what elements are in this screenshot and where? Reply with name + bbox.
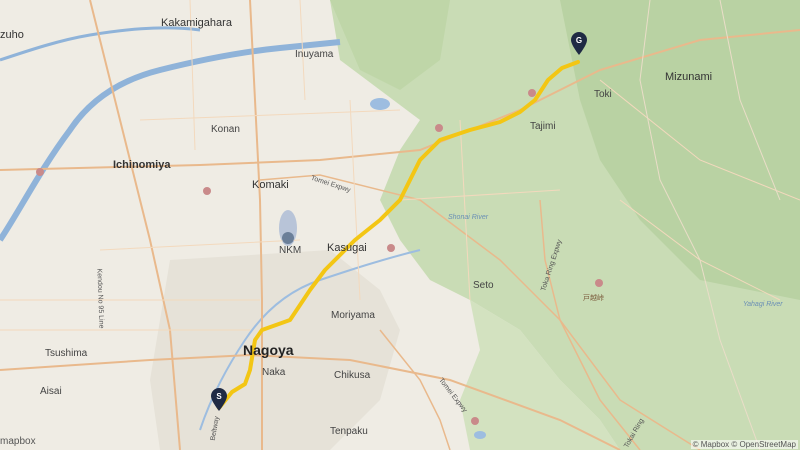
label-kakamigahara: Kakamigahara (161, 17, 232, 29)
label-naka: Naka (262, 367, 286, 378)
label-tenpaku: Tenpaku (330, 426, 368, 437)
poi-icon (528, 89, 536, 97)
label-tsushima: Tsushima (45, 348, 88, 359)
label-tajimi: Tajimi (530, 121, 556, 132)
start-marker[interactable]: S (210, 388, 228, 412)
label-yahagi-river: Yahagi River (743, 301, 783, 308)
label-chikusa: Chikusa (334, 370, 371, 381)
label-nagoya: Nagoya (243, 342, 294, 358)
label-toki: Toki (594, 89, 612, 100)
map-base (0, 0, 800, 450)
goal-marker[interactable]: G (570, 32, 588, 56)
map-view[interactable]: zuho Kakamigahara Inuyama Konan Ichinomi… (0, 0, 800, 450)
start-marker-label: S (216, 392, 222, 401)
pond (474, 431, 486, 439)
poi-icon (595, 279, 603, 287)
label-konan: Konan (211, 124, 240, 135)
label-mountain: 戸越峠 (583, 295, 604, 302)
label-seto: Seto (473, 280, 494, 291)
pond (370, 98, 390, 110)
label-nkm: NKM (279, 245, 302, 256)
goal-marker-label: G (576, 36, 582, 45)
label-mizunami: Mizunami (665, 71, 713, 83)
label-aisai: Aisai (40, 386, 62, 397)
label-ichinomiya: Ichinomiya (113, 159, 171, 171)
poi-icon (203, 187, 211, 195)
label-komaki: Komaki (252, 179, 289, 191)
label-mizuho: zuho (0, 29, 24, 41)
label-kasugai: Kasugai (327, 242, 367, 254)
poi-icon (36, 168, 44, 176)
map-attribution[interactable]: © Mapbox © OpenStreetMap (690, 440, 798, 449)
poi-icon (435, 124, 443, 132)
poi-icon (387, 244, 395, 252)
airport-icon (282, 232, 294, 244)
mapbox-logo[interactable]: mapbox (0, 436, 36, 447)
poi-icon (471, 417, 479, 425)
label-inuyama: Inuyama (295, 49, 334, 60)
label-shonai-river: Shonai River (448, 214, 489, 221)
label-moriyama: Moriyama (331, 310, 375, 321)
